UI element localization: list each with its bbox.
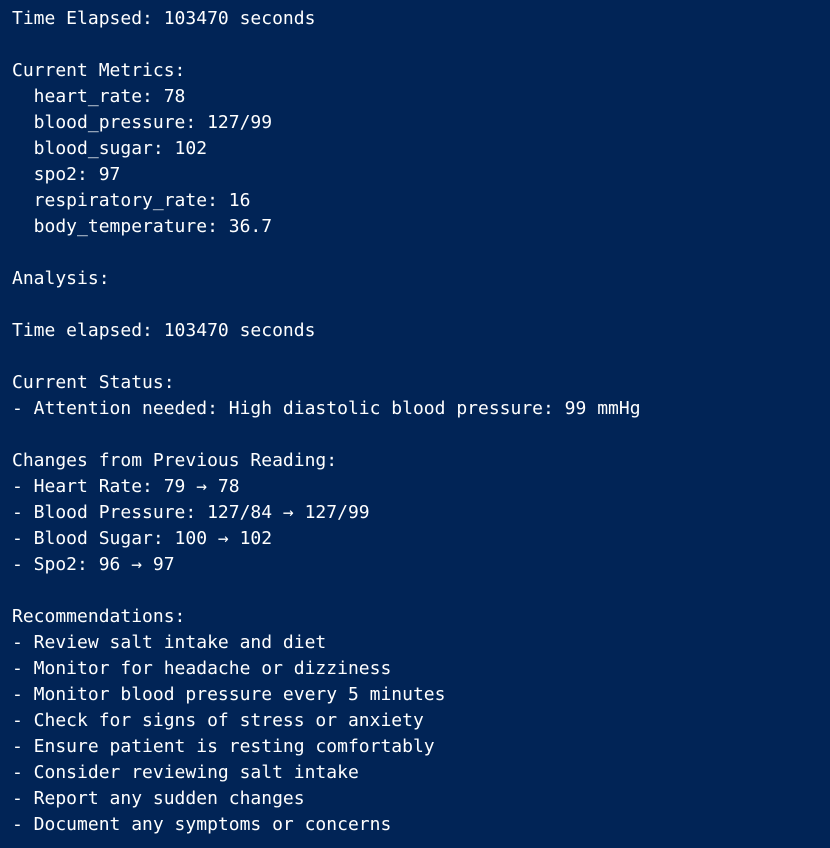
terminal-line: Recommendations: — [12, 606, 186, 627]
terminal-line: Current Metrics: — [12, 60, 186, 81]
terminal-line: - Heart Rate: 79 → 78 — [12, 476, 240, 497]
terminal-line: - Report any sudden changes — [12, 788, 305, 809]
terminal-line: - Review salt intake and diet — [12, 632, 327, 653]
terminal-line: blood_sugar: 102 — [12, 138, 208, 159]
terminal-line: spo2: 97 — [12, 164, 121, 185]
terminal-line: Current Status: — [12, 372, 175, 393]
terminal-line: - Spo2: 96 → 97 — [12, 554, 175, 575]
terminal-line: - Monitor blood pressure every 5 minutes — [12, 684, 446, 705]
terminal-output[interactable]: Time Elapsed: 103470 seconds Current Metr… — [0, 0, 830, 848]
terminal-line: - Document any symptoms or concerns — [12, 814, 392, 835]
terminal-line: Changes from Previous Reading: — [12, 450, 338, 471]
terminal-line: blood_pressure: 127/99 — [12, 112, 273, 133]
terminal-line: Time elapsed: 103470 seconds — [12, 320, 316, 341]
terminal-line: heart_rate: 78 — [12, 86, 186, 107]
terminal-line: - Ensure patient is resting comfortably — [12, 736, 435, 757]
terminal-line: - Blood Pressure: 127/84 → 127/99 — [12, 502, 370, 523]
terminal-line: - Blood Sugar: 100 → 102 — [12, 528, 273, 549]
terminal-line: - Consider reviewing salt intake — [12, 762, 359, 783]
terminal-line: Time Elapsed: 103470 seconds — [12, 8, 316, 29]
terminal-line: body_temperature: 36.7 — [12, 216, 273, 237]
terminal-line: respiratory_rate: 16 — [12, 190, 251, 211]
terminal-line: - Check for signs of stress or anxiety — [12, 710, 424, 731]
terminal-line: - Attention needed: High diastolic blood… — [12, 398, 641, 419]
terminal-line: - Monitor for headache or dizziness — [12, 658, 392, 679]
terminal-line: Analysis: — [12, 268, 110, 289]
